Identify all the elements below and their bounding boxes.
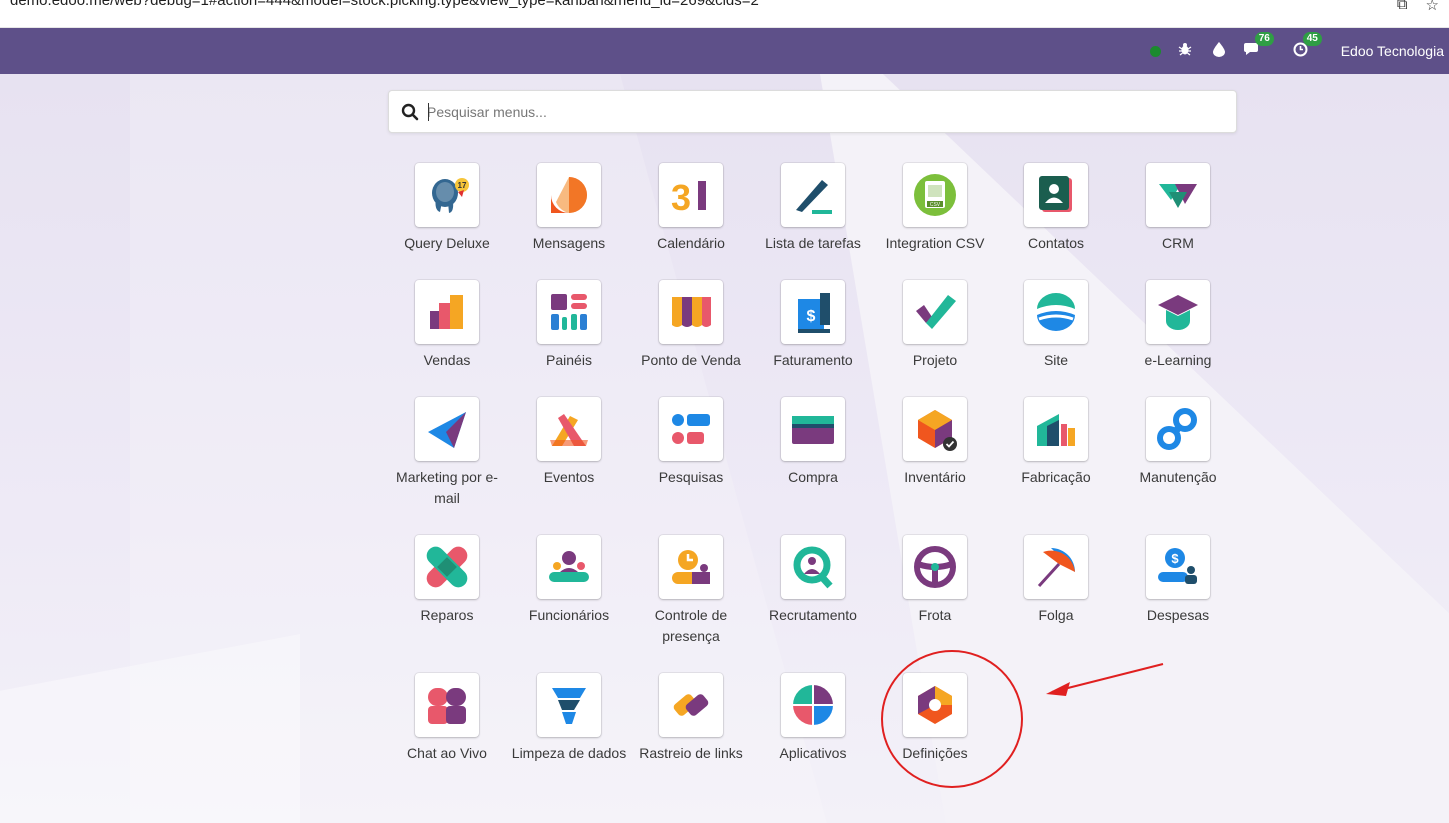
svg-text:$: $ [807,308,816,325]
link-tracker-icon [659,673,723,737]
app-projeto[interactable]: Projeto [876,280,994,371]
app-frota[interactable]: Frota [876,535,994,626]
manufacturing-factory-icon [1024,397,1088,461]
app-recrutamento[interactable]: Recrutamento [754,535,872,626]
app-mensagens[interactable]: Mensagens [510,163,628,254]
employees-people-icon [537,535,601,599]
expenses-coin-icon: $ [1146,535,1210,599]
purchase-card-icon [781,397,845,461]
app-query-deluxe[interactable]: 17 Query Deluxe [388,163,506,254]
app-ponto-de-venda[interactable]: Ponto de Venda [632,280,750,371]
invoice-dollar-icon: $ [781,280,845,344]
app-fabricacao[interactable]: Fabricação [997,397,1115,488]
app-vendas[interactable]: Vendas [388,280,506,371]
app-eventos[interactable]: Eventos [510,397,628,488]
app-crm[interactable]: CRM [1119,163,1237,254]
attendance-clock-icon [659,535,723,599]
app-paineis[interactable]: Painéis [510,280,628,371]
repair-bandage-icon [415,535,479,599]
app-aplicativos[interactable]: Aplicativos [754,673,872,764]
maintenance-wrench-icon [1146,397,1210,461]
app-controle-de-presenca[interactable]: Controle de presença [632,535,750,647]
app-compra[interactable]: Compra [754,397,872,488]
home-menu: 17 Query Deluxe Mensagens 3 Calendário L… [0,74,1449,823]
apps-quadrants-icon [781,673,845,737]
bookmark-star-icon[interactable]: ☆ [1426,0,1439,14]
inventory-box-icon [903,397,967,461]
app-lista-de-tarefas[interactable]: Lista de tarefas [754,163,872,254]
status-online-icon [1149,45,1161,57]
settings-hexagon-icon [903,673,967,737]
data-cleaning-icon [537,673,601,737]
crm-handshake-icon [1146,163,1210,227]
graduation-cap-icon [1146,280,1210,344]
fleet-steering-wheel-icon [903,535,967,599]
project-check-icon [903,280,967,344]
time-off-umbrella-icon [1024,535,1088,599]
app-e-learning[interactable]: e-Learning [1119,280,1237,371]
app-faturamento[interactable]: $ Faturamento [754,280,872,371]
calendar-31-icon: 3 [659,163,723,227]
app-folga[interactable]: Folga [997,535,1115,626]
menu-search-input[interactable] [427,100,1207,124]
search-icon [401,103,419,121]
contact-card-icon [1024,163,1088,227]
app-rastreio-de-links[interactable]: Rastreio de links [632,673,750,764]
company-switcher[interactable]: Edoo Tecnologia [1341,43,1444,59]
url-text[interactable]: demo.edoo.me/web?debug=1#action=444&mode… [10,0,759,9]
website-globe-icon [1024,280,1088,344]
postgres-elephant-icon: 17 [415,163,479,227]
app-marketing-por-e-mail[interactable]: Marketing por e-mail [388,397,506,509]
theme-drop-icon[interactable] [1209,41,1229,61]
app-site[interactable]: Site [997,280,1115,371]
app-pesquisas[interactable]: Pesquisas [632,397,750,488]
recruitment-search-icon [781,535,845,599]
paper-plane-icon [415,397,479,461]
app-calendario[interactable]: 3 Calendário [632,163,750,254]
csv-file-icon: CSV [903,163,967,227]
svg-text:$: $ [1171,551,1179,566]
live-chat-icon [415,673,479,737]
activities-clock-icon[interactable]: 45 [1291,31,1322,61]
app-chat-ao-vivo[interactable]: Chat ao Vivo [388,673,506,764]
app-limpeza-de-dados[interactable]: Limpeza de dados [510,673,628,764]
svg-text:17: 17 [458,181,467,190]
pos-awning-icon [659,280,723,344]
app-inventario[interactable]: Inventário [876,397,994,488]
messages-badge: 76 [1254,31,1274,46]
menu-search-box[interactable] [388,90,1237,133]
events-ribbon-icon [537,397,601,461]
debug-bug-icon[interactable] [1175,42,1195,60]
todo-pen-icon [781,163,845,227]
app-reparos[interactable]: Reparos [388,535,506,626]
app-definicoes[interactable]: Definições [876,673,994,764]
survey-bars-icon [659,397,723,461]
app-despesas[interactable]: $ Despesas [1119,535,1237,626]
discuss-bubble-icon [537,163,601,227]
browser-url-bar[interactable]: demo.edoo.me/web?debug=1#action=444&mode… [0,0,1449,28]
app-contatos[interactable]: Contatos [997,163,1115,254]
screen-cast-icon[interactable]: ⧉ [1397,0,1408,14]
svg-text:CSV: CSV [930,202,941,208]
dashboard-blocks-icon [537,280,601,344]
app-integration-csv[interactable]: CSV Integration CSV [876,163,994,254]
sales-chart-icon [415,280,479,344]
app-manutencao[interactable]: Manutenção [1119,397,1237,488]
svg-text:3: 3 [671,177,691,218]
messages-chat-icon[interactable]: 76 [1243,31,1274,61]
app-funcionarios[interactable]: Funcionários [510,535,628,626]
top-navbar: 76 45 Edoo Tecnologia [0,28,1449,74]
activities-badge: 45 [1302,31,1322,46]
